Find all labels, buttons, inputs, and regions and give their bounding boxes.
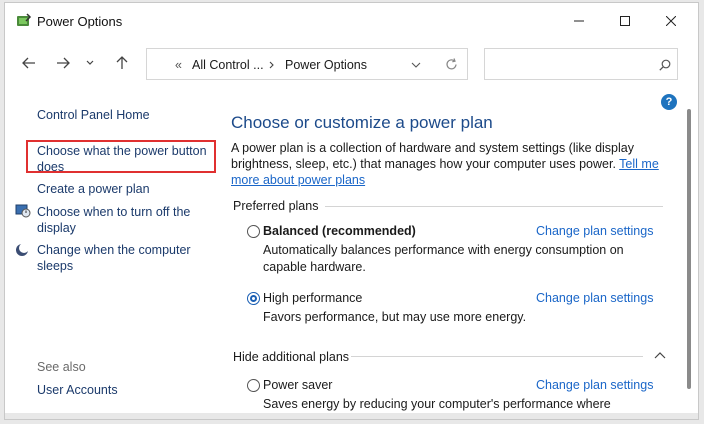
navigation-bar: « All Control ... Power Options xyxy=(5,43,698,85)
back-button[interactable] xyxy=(17,51,41,75)
high-performance-plan-description: Favors performance, but may use more ene… xyxy=(263,310,527,324)
balanced-radio[interactable] xyxy=(247,225,260,238)
up-button[interactable] xyxy=(110,51,134,75)
see-also-label: See also xyxy=(37,360,86,374)
preferred-plans-label: Preferred plans xyxy=(233,199,319,213)
user-accounts-link[interactable]: User Accounts xyxy=(37,382,118,398)
balanced-plan-name[interactable]: Balanced (recommended) xyxy=(263,224,416,238)
breadcrumb-power-options[interactable]: Power Options xyxy=(285,58,367,72)
back-arrow-icon xyxy=(22,57,35,69)
power-options-window: Power Options « All Control ... Power Op… xyxy=(4,2,699,420)
high-performance-radio[interactable] xyxy=(247,292,260,305)
breadcrumb-overflow[interactable]: « xyxy=(175,58,182,72)
balanced-change-settings-link[interactable]: Change plan settings xyxy=(536,224,653,238)
forward-button[interactable] xyxy=(51,51,75,75)
minimize-button[interactable] xyxy=(556,3,602,39)
preferred-plans-divider xyxy=(325,206,663,207)
chevron-down-icon xyxy=(86,60,94,65)
high-performance-change-settings-link[interactable]: Change plan settings xyxy=(536,291,653,305)
choose-power-button-link[interactable]: Choose what the power button does xyxy=(37,143,217,175)
control-panel-home-link[interactable]: Control Panel Home xyxy=(37,107,150,123)
page-description: A power plan is a collection of hardware… xyxy=(231,140,671,188)
change-sleep-link[interactable]: Change when the computer sleeps xyxy=(37,242,217,274)
vertical-scrollbar[interactable] xyxy=(687,109,691,389)
forward-arrow-icon xyxy=(57,57,70,69)
balanced-plan-description: Automatically balances performance with … xyxy=(263,243,624,274)
power-options-app-icon xyxy=(17,13,32,26)
high-performance-plan-name[interactable]: High performance xyxy=(263,291,362,305)
page-title: Choose or customize a power plan xyxy=(231,113,493,132)
display-off-icon xyxy=(15,204,31,218)
address-bar[interactable]: « All Control ... Power Options xyxy=(146,48,468,80)
breadcrumb-separator-icon xyxy=(269,61,274,69)
search-box[interactable] xyxy=(484,48,678,80)
sleep-moon-icon xyxy=(16,243,29,256)
hide-additional-plans-label[interactable]: Hide additional plans xyxy=(233,350,349,364)
refresh-icon[interactable] xyxy=(445,58,458,71)
chevron-up-icon[interactable] xyxy=(654,351,666,359)
close-icon xyxy=(666,16,676,26)
up-arrow-icon xyxy=(116,56,128,69)
search-icon[interactable] xyxy=(659,59,671,71)
power-saver-change-settings-link[interactable]: Change plan settings xyxy=(536,378,653,392)
turn-off-display-link[interactable]: Choose when to turn off the display xyxy=(37,204,217,236)
maximize-button[interactable] xyxy=(602,3,648,39)
window-title: Power Options xyxy=(37,14,123,29)
window-bottom-edge xyxy=(5,413,698,419)
breadcrumb-all-control-panel[interactable]: All Control ... xyxy=(192,58,264,72)
description-text: A power plan is a collection of hardware… xyxy=(231,141,634,171)
power-saver-radio[interactable] xyxy=(247,379,260,392)
address-dropdown-icon[interactable] xyxy=(411,62,421,68)
title-bar: Power Options xyxy=(5,3,698,39)
additional-plans-divider xyxy=(351,356,643,357)
create-power-plan-link[interactable]: Create a power plan xyxy=(37,181,150,197)
minimize-icon xyxy=(574,20,584,22)
help-icon[interactable]: ? xyxy=(661,94,677,110)
close-button[interactable] xyxy=(648,3,694,39)
maximize-icon xyxy=(620,16,630,26)
recent-locations-button[interactable] xyxy=(83,51,97,75)
power-saver-plan-name[interactable]: Power saver xyxy=(263,378,332,392)
